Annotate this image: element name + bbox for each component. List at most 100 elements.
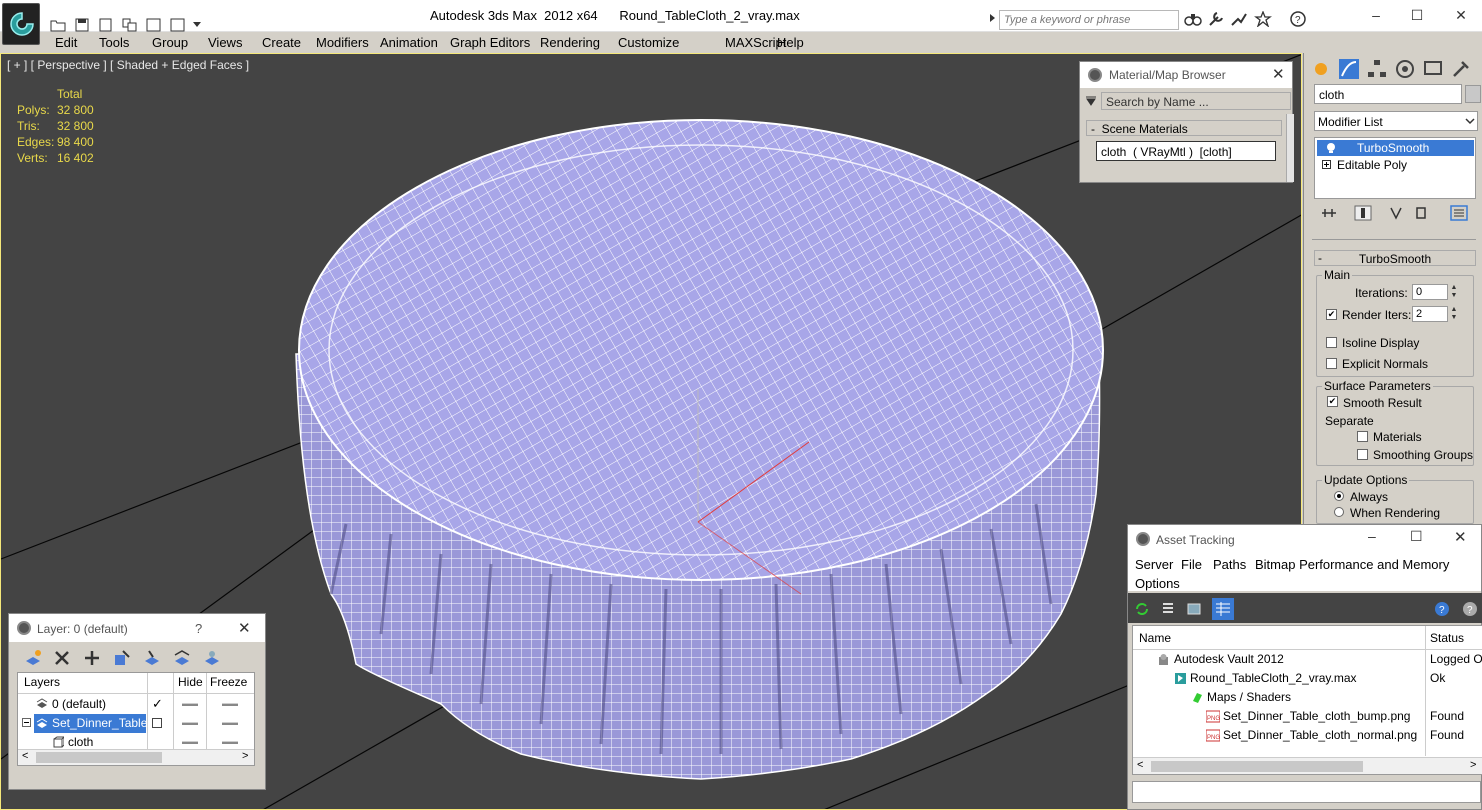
modify-tab-icon[interactable] [1338, 58, 1360, 80]
smooth-result-checkbox[interactable]: ✔ [1327, 396, 1338, 407]
help-search-input[interactable]: Type a keyword or phrase [999, 10, 1179, 30]
collapse-icon[interactable] [22, 718, 31, 727]
filter-icon[interactable] [1085, 96, 1097, 108]
explicit-normals-checkbox[interactable] [1326, 358, 1337, 369]
asset-row-vault[interactable]: Autodesk Vault 2012 Logged O [1133, 650, 1482, 669]
select-objects-icon[interactable] [113, 649, 131, 667]
minimize-button[interactable]: – [1367, 6, 1385, 24]
help-button[interactable]: ? [195, 621, 202, 636]
asset-path-field[interactable] [1132, 781, 1481, 803]
asset-row-maps[interactable]: Maps / Shaders [1133, 688, 1482, 707]
menu-customize[interactable]: Customize [618, 35, 679, 50]
add-to-layer-icon[interactable] [83, 649, 101, 667]
thumbnail-view-icon[interactable] [1186, 601, 1202, 617]
motion-tab-icon[interactable] [1394, 58, 1416, 80]
col-layers[interactable]: Layers [24, 675, 60, 689]
communication-icon[interactable] [1230, 11, 1248, 27]
scrollbar[interactable] [1286, 114, 1294, 182]
list-view-icon[interactable] [1160, 601, 1176, 617]
menu-help[interactable]: Help [777, 35, 804, 50]
lightbulb-icon[interactable] [1325, 142, 1337, 154]
hold-icon[interactable] [122, 18, 138, 32]
hide-all-icon[interactable] [173, 649, 191, 667]
current-layer-box[interactable] [152, 718, 162, 728]
rollout-turbosmooth[interactable]: TurboSmooth [1314, 250, 1476, 266]
col-status[interactable]: Status [1430, 631, 1464, 645]
scrollbar-thumb[interactable] [1151, 761, 1363, 772]
scroll-right-icon[interactable]: > [1470, 759, 1476, 771]
star-icon[interactable] [1254, 11, 1272, 27]
close-icon[interactable]: ✕ [1454, 528, 1467, 546]
freeze-toggle[interactable]: ▬▬ [222, 699, 238, 708]
delete-layer-icon[interactable] [53, 649, 71, 667]
stack-item-editable-poly[interactable]: Editable Poly [1317, 157, 1474, 173]
menu-bitmap-performance[interactable]: Bitmap Performance and Memory [1255, 557, 1449, 572]
maximize-button[interactable]: ☐ [1408, 6, 1426, 24]
help-icon[interactable]: ? [1290, 11, 1308, 27]
wrench-icon[interactable] [1207, 11, 1225, 27]
app-menu-button[interactable] [2, 3, 40, 45]
spinner-arrows-icon[interactable]: ▲ ▼ [1450, 306, 1458, 322]
minimize-button[interactable]: – [1368, 528, 1376, 544]
scroll-right-icon[interactable]: > [242, 750, 248, 762]
collapse-icon[interactable]: - [1318, 251, 1322, 265]
material-item-cloth[interactable]: cloth ( VRayMtl ) [cloth] [1096, 141, 1276, 161]
materials-checkbox[interactable] [1357, 431, 1368, 442]
col-name[interactable]: Name [1139, 631, 1171, 645]
menu-paths[interactable]: Paths [1213, 557, 1246, 572]
collapse-icon[interactable]: - [1091, 122, 1102, 136]
new-layer-icon[interactable] [24, 649, 42, 667]
hide-toggle[interactable]: ▬▬ [182, 699, 198, 708]
help-icon[interactable]: ? [1434, 601, 1450, 617]
utilities-tab-icon[interactable] [1450, 58, 1472, 80]
search-expand-icon[interactable] [988, 10, 997, 26]
menu-server[interactable]: Server [1135, 557, 1173, 572]
maximize-button[interactable]: ☐ [1410, 528, 1423, 545]
menu-create[interactable]: Create [262, 35, 301, 50]
hierarchy-tab-icon[interactable] [1366, 58, 1388, 80]
horizontal-scrollbar[interactable]: < > [18, 749, 254, 765]
smoothing-groups-checkbox[interactable] [1357, 449, 1368, 460]
close-icon[interactable]: ✕ [238, 619, 251, 637]
render-iters-spinner[interactable]: 2 [1412, 306, 1448, 322]
layer-row-default[interactable]: 0 (default) ✓ ▬▬ ▬▬ [18, 695, 254, 714]
viewport-label[interactable]: [ + ] [ Perspective ] [ Shaded + Edged F… [7, 58, 249, 72]
menu-file[interactable]: File [1181, 557, 1202, 572]
help-tip-icon[interactable]: ? [1462, 601, 1478, 617]
close-button[interactable]: ✕ [1452, 6, 1470, 24]
scroll-left-icon[interactable]: < [1137, 759, 1143, 771]
menu-tools[interactable]: Tools [99, 35, 129, 50]
menu-modifiers[interactable]: Modifiers [316, 35, 369, 50]
layer-titlebar[interactable]: Layer: 0 (default) ? ✕ [9, 614, 265, 642]
render-iters-checkbox[interactable]: ✔ [1326, 309, 1337, 320]
always-radio[interactable] [1334, 491, 1344, 501]
freeze-toggle[interactable]: ▬▬ [222, 718, 238, 727]
scroll-left-icon[interactable]: < [22, 750, 28, 762]
undo-icon[interactable] [146, 18, 162, 32]
modifier-list-dropdown[interactable]: Modifier List [1314, 111, 1478, 131]
pin-stack-icon[interactable] [1320, 205, 1338, 221]
refresh-icon[interactable] [1134, 601, 1150, 617]
chevron-down-icon[interactable] [1463, 113, 1477, 129]
create-tab-icon[interactable] [1310, 58, 1332, 80]
new-icon[interactable] [98, 18, 114, 32]
configure-sets-icon[interactable] [1450, 205, 1468, 221]
make-unique-icon[interactable] [1388, 205, 1406, 221]
material-browser-titlebar[interactable]: Material/Map Browser ✕ [1080, 62, 1292, 88]
qa-dropdown-icon[interactable] [192, 18, 202, 32]
menu-edit[interactable]: Edit [55, 35, 77, 50]
object-name-field[interactable]: cloth [1314, 84, 1462, 104]
scrollbar-thumb[interactable] [36, 752, 162, 763]
menu-rendering[interactable]: Rendering [540, 35, 600, 50]
open-icon[interactable] [50, 18, 66, 32]
current-layer-check-icon[interactable]: ✓ [152, 696, 163, 712]
expand-icon[interactable] [1322, 160, 1331, 169]
highlight-layer-icon[interactable] [143, 649, 161, 667]
freeze-all-icon[interactable] [203, 649, 221, 667]
when-rendering-radio[interactable] [1334, 507, 1344, 517]
hide-toggle[interactable]: ▬▬ [182, 718, 198, 727]
menu-graph-editors[interactable]: Graph Editors [450, 35, 530, 50]
iterations-spinner[interactable]: 0 [1412, 284, 1448, 300]
close-icon[interactable]: ✕ [1272, 65, 1285, 83]
table-view-icon[interactable] [1212, 598, 1234, 620]
